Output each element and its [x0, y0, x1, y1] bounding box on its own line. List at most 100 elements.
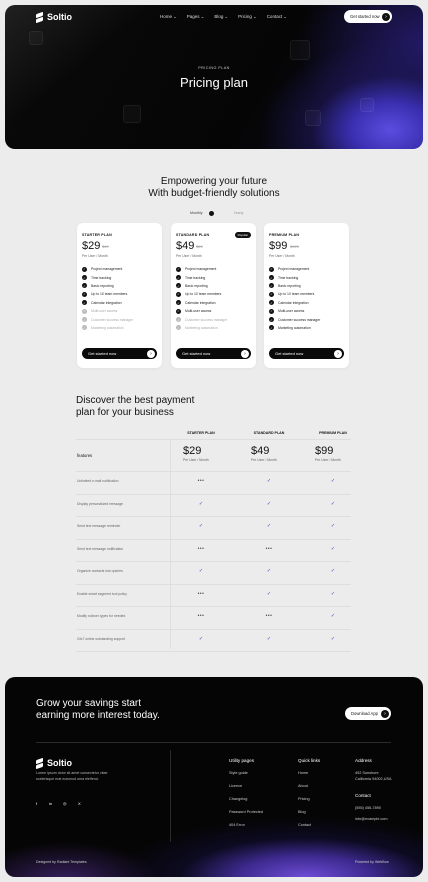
arrow-right-icon: ›: [241, 349, 249, 358]
instagram-icon[interactable]: ◎: [63, 801, 67, 806]
plan-feature: ✓ Up to 10 team members: [82, 291, 128, 297]
not-included-icon: •••: [265, 613, 273, 620]
plan-feature: ✓ Multi-user access: [82, 308, 118, 314]
footer-link[interactable]: Pricing: [298, 797, 320, 810]
footer-link[interactable]: About: [298, 784, 320, 797]
footer-vdivider: [170, 750, 171, 842]
plan-feature: ✓ Up to 10 team members: [176, 291, 222, 297]
compare-row-label: Enable smart segment tool policy: [77, 591, 127, 596]
compare-col-name: STARTER PLAN: [187, 431, 215, 435]
plan-card: PREMIUM PLAN $99 $129 Per User / Month ✓…: [264, 223, 349, 368]
billing-toggle[interactable]: Monthly Yearly: [190, 210, 243, 216]
plan-card: STANDARD PLAN Popular $49 $69 Per User /…: [171, 223, 256, 368]
download-app-button[interactable]: Download App ›: [345, 707, 391, 720]
not-included-icon: •••: [197, 478, 205, 485]
check-icon: ✓: [198, 523, 204, 530]
nav-item-pages[interactable]: Pages ⌄: [187, 14, 205, 20]
compare-col-price: $29: [183, 445, 202, 457]
compare-title-2: plan for your business: [76, 407, 174, 418]
footer-link[interactable]: Password Protected: [229, 810, 263, 823]
plan-feature: ✓ Customer success manager: [176, 317, 228, 323]
table-divider: [76, 493, 351, 495]
not-included-icon: •••: [265, 545, 273, 552]
contact-phone[interactable]: (555) 456-7890: [355, 806, 392, 817]
compare-row-label: Send text message notification: [77, 546, 124, 551]
plan-feature: ✓ Multi-user access: [269, 308, 305, 314]
footer-link[interactable]: Style guide: [229, 771, 263, 784]
plan-old-price: $49: [102, 244, 109, 249]
plan-feature: ✓ Time tracking: [269, 275, 299, 281]
footer-link[interactable]: 404 Error: [229, 823, 263, 836]
check-icon: ✓: [176, 317, 181, 323]
compare-col-price: $49: [251, 445, 270, 457]
not-included-icon: •••: [197, 545, 205, 552]
table-vdivider: [170, 439, 171, 649]
plan-feature: ✓ Time tracking: [82, 275, 112, 281]
nav-item-home[interactable]: Home ⌄: [160, 14, 177, 20]
linkedin-icon[interactable]: in: [49, 801, 52, 806]
page-title: Pricing plan: [180, 75, 248, 90]
compare-col-per: Per User / Month: [315, 458, 341, 462]
check-icon: ✓: [330, 635, 336, 642]
logo-icon: [36, 13, 43, 22]
footer-link[interactable]: Contact: [298, 823, 320, 836]
x-icon[interactable]: X: [78, 801, 81, 806]
plan-cta-button[interactable]: Get started now ›: [82, 348, 157, 359]
nav-cta-button[interactable]: Get started now ›: [344, 10, 392, 23]
nav-item-contact[interactable]: Contact ⌄: [267, 14, 287, 20]
brand-name: Soltio: [47, 758, 72, 768]
hero-eyebrow: PRICING PLAN: [198, 66, 230, 70]
compare-row-label: Modify rollover types for needed: [77, 614, 126, 619]
billing-switch[interactable]: [207, 210, 218, 216]
check-icon: ✓: [82, 308, 87, 314]
compare-row-label: Send text message reminder: [77, 524, 121, 529]
check-icon: ✓: [198, 635, 204, 642]
designed-by[interactable]: Designed by Radiant Templates: [36, 860, 87, 864]
footer-divider: [36, 742, 391, 743]
footer-link[interactable]: Home: [298, 771, 320, 784]
nav-item-pricing[interactable]: Pricing ⌄: [238, 14, 257, 20]
facebook-icon[interactable]: f: [36, 801, 37, 806]
plan-per: Per User / Month: [269, 254, 295, 258]
compare-col-name: STANDARD PLAN: [253, 431, 285, 435]
plan-name: STARTER PLAN: [82, 233, 112, 237]
plan-cta-label: Get started now: [182, 351, 211, 356]
brand-logo[interactable]: Soltio: [36, 12, 72, 22]
plan-feature: ✓ Project management: [82, 266, 123, 272]
contact-email[interactable]: info@example.com: [355, 817, 392, 821]
billing-yearly-label[interactable]: Yearly: [234, 211, 244, 215]
compare-col-per: Per User / Month: [251, 458, 277, 462]
footer-link[interactable]: Changelog: [229, 797, 263, 810]
table-divider: [76, 628, 351, 630]
plan-per: Per User / Month: [176, 254, 202, 258]
footer-link[interactable]: Licence: [229, 784, 263, 797]
nav-item-blog[interactable]: Blog ⌄: [214, 14, 228, 20]
check-icon: ✓: [330, 613, 336, 620]
check-icon: ✓: [269, 317, 274, 323]
plan-cta-button[interactable]: Get started now ›: [269, 348, 344, 359]
billing-monthly-label[interactable]: Monthly: [190, 211, 203, 215]
plan-feature: ✓ Basic reporting: [82, 283, 114, 289]
main-nav: Home ⌄ Pages ⌄ Blog ⌄ Pricing ⌄ Contact ⌄: [160, 14, 287, 20]
plan-price: $49: [176, 240, 195, 252]
footer-logo[interactable]: Soltio: [36, 758, 72, 768]
check-icon: ✓: [269, 266, 274, 272]
utility-title: Utility pages: [229, 758, 255, 763]
chevron-down-icon: ⌄: [252, 14, 257, 19]
footer-link[interactable]: Blog: [298, 810, 320, 823]
plan-card: STARTER PLAN $29 $49 Per User / Month ✓ P…: [77, 223, 162, 368]
check-icon: ✓: [266, 523, 272, 530]
plan-feature-list: ✓ Project management ✓ Time tracking ✓ Basic …: [82, 265, 133, 332]
check-icon: ✓: [176, 283, 181, 289]
popular-badge: Popular: [234, 232, 251, 238]
plan-cta-button[interactable]: Get started now ›: [176, 348, 251, 359]
chevron-down-icon: ⌄: [173, 14, 177, 19]
check-icon: ✓: [266, 500, 272, 507]
plan-feature: ✓ Marketing automation: [82, 325, 124, 331]
powered-by[interactable]: Powered by Webflow: [355, 860, 389, 864]
logo-icon: [36, 759, 43, 768]
brand-name: Soltio: [47, 12, 72, 22]
table-divider: [76, 606, 351, 607]
check-icon: ✓: [82, 283, 87, 289]
plan-feature: ✓ Calendar integration: [82, 300, 122, 306]
